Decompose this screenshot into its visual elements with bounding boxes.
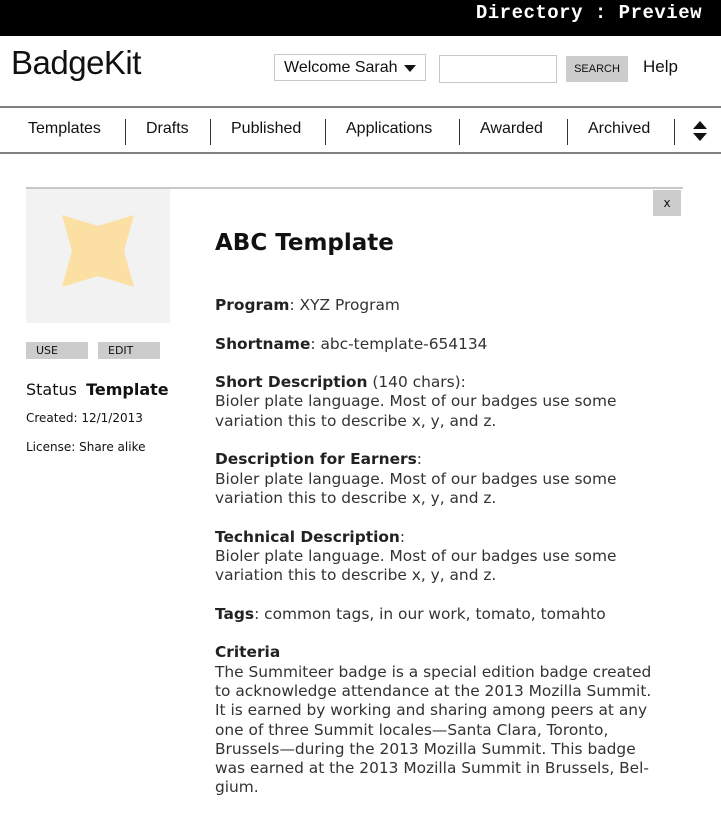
close-button[interactable]: x bbox=[653, 190, 681, 216]
earners-description-suffix: : bbox=[416, 450, 422, 469]
user-menu-dropdown[interactable]: Welcome Sarah bbox=[274, 54, 426, 81]
technical-description-field: Technical Description: Bioler plate langu… bbox=[215, 528, 655, 586]
search-input[interactable] bbox=[439, 55, 557, 83]
earners-description-text: Bioler plate language. Most of our badge… bbox=[215, 469, 617, 507]
edit-button[interactable]: EDIT bbox=[98, 342, 160, 359]
earners-description-label: Description for Earners bbox=[215, 450, 417, 469]
program-field: Program: XYZ Program bbox=[215, 296, 655, 315]
technical-description-suffix: : bbox=[399, 527, 406, 546]
short-description-field: Short Description (140 chars): Bioler pla… bbox=[215, 373, 655, 431]
sort-up-down-icon[interactable] bbox=[693, 121, 707, 143]
nav-bottom-divider bbox=[0, 152, 721, 154]
tab-applications[interactable]: Applications bbox=[346, 120, 432, 138]
search-button[interactable]: SEARCH bbox=[566, 56, 628, 82]
app-logo[interactable]: BadgeKit bbox=[11, 44, 141, 82]
status-value: Template bbox=[86, 380, 169, 399]
template-details: ABC Template Program: XYZ Program Shortn… bbox=[215, 228, 655, 817]
tags-field: Tags: common tags, in our work, tomato, … bbox=[215, 605, 655, 624]
use-button[interactable]: USE bbox=[26, 342, 88, 359]
tags-label: Tags bbox=[215, 604, 255, 623]
earners-description-field: Description for Earners: Bioler plate lan… bbox=[215, 450, 655, 508]
nav-separator bbox=[459, 119, 460, 145]
window-title: Directory : Preview bbox=[475, 2, 702, 24]
nav-separator bbox=[125, 119, 126, 145]
short-description-suffix: (140 chars): bbox=[367, 373, 466, 392]
license: License: Share alike bbox=[26, 440, 146, 454]
nav-separator bbox=[210, 119, 211, 145]
program-label: Program bbox=[215, 296, 290, 314]
shortname-label: Shortname bbox=[215, 334, 311, 353]
tab-templates[interactable]: Templates bbox=[28, 120, 101, 138]
tags-value: : common tags, in our work, tomato, toma… bbox=[254, 604, 606, 623]
badge-image bbox=[26, 189, 170, 323]
help-link[interactable]: Help bbox=[643, 57, 678, 77]
status-label: Status bbox=[26, 380, 77, 399]
criteria-field: Criteria The Summiteer badge is a special… bbox=[215, 643, 655, 797]
short-description-text: Bioler plate language. Most of our badge… bbox=[215, 392, 617, 430]
created-date: Created: 12/1/2013 bbox=[26, 411, 143, 425]
shortname-field: Shortname: abc-template-654134 bbox=[215, 335, 655, 354]
short-description-label: Short Description bbox=[215, 373, 368, 392]
tab-published[interactable]: Published bbox=[231, 120, 301, 138]
template-title: ABC Template bbox=[215, 230, 394, 256]
status-line: Status Template bbox=[26, 380, 169, 399]
shortname-value: : abc-template-654134 bbox=[310, 334, 488, 353]
tab-drafts[interactable]: Drafts bbox=[146, 120, 189, 138]
user-menu-label: Welcome Sarah bbox=[284, 59, 398, 76]
title-bar: Directory : Preview bbox=[0, 0, 721, 36]
tab-archived[interactable]: Archived bbox=[588, 120, 650, 138]
nav-separator bbox=[674, 119, 675, 145]
criteria-label: Criteria bbox=[215, 643, 281, 662]
nav-separator bbox=[325, 119, 326, 145]
nav-separator bbox=[567, 119, 568, 145]
criteria-text: The Summiteer badge is a special edition… bbox=[215, 662, 652, 797]
tab-awarded[interactable]: Awarded bbox=[480, 120, 543, 138]
technical-description-text: Bioler plate language. Most of our badge… bbox=[215, 546, 617, 585]
caret-down-icon bbox=[404, 65, 416, 72]
main-nav: Templates Drafts Published Applications … bbox=[0, 108, 721, 152]
star-badge-icon bbox=[62, 215, 134, 287]
program-value: : XYZ Program bbox=[289, 296, 400, 314]
sort-down-icon bbox=[693, 133, 707, 141]
sort-up-icon bbox=[693, 121, 707, 129]
technical-description-label: Technical Description bbox=[215, 527, 400, 546]
